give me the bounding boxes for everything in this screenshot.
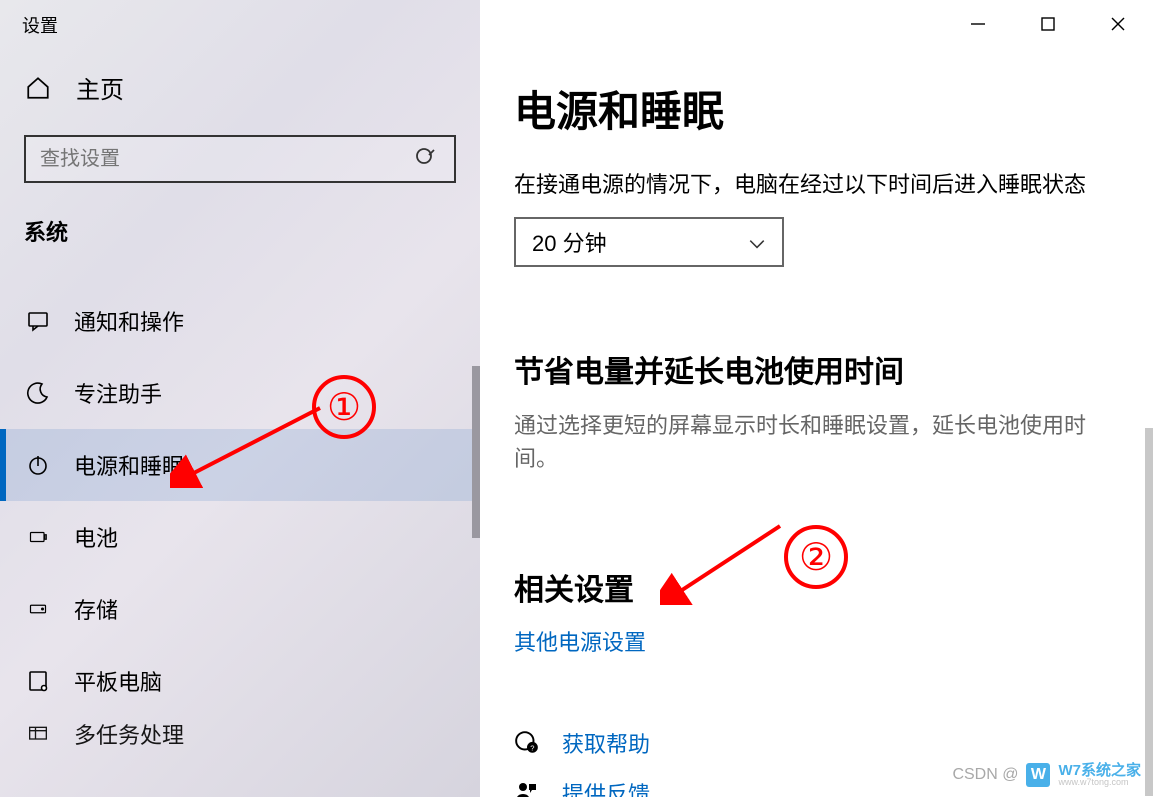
nav-item-label: 平板电脑 xyxy=(74,665,162,697)
help-label: 获取帮助 xyxy=(562,727,650,759)
nav-home-label: 主页 xyxy=(76,70,124,105)
nav-item-label: 电源和睡眠 xyxy=(74,449,184,481)
main-content: 电源和睡眠 在接通电源的情况下，电脑在经过以下时间后进入睡眠状态 20 分钟 节… xyxy=(480,0,1153,797)
window-controls xyxy=(943,0,1153,48)
nav-item-label: 多任务处理 xyxy=(74,718,184,750)
nav-item-label: 专注助手 xyxy=(74,377,162,409)
chat-icon xyxy=(24,307,52,335)
nav-item-notifications[interactable]: 通知和操作 xyxy=(0,285,480,357)
minimize-button[interactable] xyxy=(943,0,1013,48)
maximize-button[interactable] xyxy=(1013,0,1083,48)
watermark-csdn: CSDN @ xyxy=(952,766,1018,784)
chevron-down-icon xyxy=(748,233,766,251)
close-button[interactable] xyxy=(1083,0,1153,48)
watermark-brand: W7系统之家 www.w7tong.com xyxy=(1058,763,1141,787)
page-title: 电源和睡眠 xyxy=(514,78,1119,139)
sleep-setting-label: 在接通电源的情况下，电脑在经过以下时间后进入睡眠状态 xyxy=(514,167,1119,199)
watermark: CSDN @ W W7系统之家 www.w7tong.com xyxy=(952,763,1141,787)
nav-item-storage[interactable]: 存储 xyxy=(0,573,480,645)
nav-item-label: 存储 xyxy=(74,593,118,625)
additional-power-settings-link[interactable]: 其他电源设置 xyxy=(514,630,646,655)
help-icon: ? xyxy=(514,730,540,756)
sidebar-scrollbar[interactable] xyxy=(472,366,480,538)
nav-list: 通知和操作 专注助手 电源和睡眠 电池 存储 xyxy=(0,261,480,751)
search-icon xyxy=(414,146,440,172)
nav-item-tablet[interactable]: 平板电脑 xyxy=(0,645,480,717)
nav-home[interactable]: 主页 xyxy=(0,50,480,125)
nav-item-label: 电池 xyxy=(74,521,118,553)
conserve-title: 节省电量并延长电池使用时间 xyxy=(514,347,1119,391)
sleep-timeout-dropdown[interactable]: 20 分钟 xyxy=(514,217,784,267)
category-label: 系统 xyxy=(0,201,480,261)
power-icon xyxy=(24,451,52,479)
nav-item-label: 通知和操作 xyxy=(74,305,184,337)
conserve-description: 通过选择更短的屏幕显示时长和睡眠设置，延长电池使用时间。 xyxy=(514,409,1114,475)
unknown-icon xyxy=(24,261,52,285)
related-settings-title: 相关设置 xyxy=(514,565,1119,609)
watermark-logo-icon: W xyxy=(1026,763,1050,787)
svg-text:?: ? xyxy=(530,744,534,753)
feedback-label: 提供反馈 xyxy=(562,777,650,797)
drive-icon xyxy=(24,595,52,623)
dropdown-value: 20 分钟 xyxy=(532,226,607,258)
main-scrollbar[interactable] xyxy=(1145,428,1153,796)
feedback-icon xyxy=(514,780,540,797)
nav-item-multitask[interactable]: 多任务处理 xyxy=(0,717,480,751)
window-title: 设置 xyxy=(0,0,480,50)
sidebar: 设置 主页 系统 通知和操作 专注助手 xyxy=(0,0,480,797)
battery-icon xyxy=(24,523,52,551)
search-container xyxy=(24,135,456,183)
get-help-link[interactable]: ? 获取帮助 xyxy=(514,727,1119,759)
nav-item-focus[interactable]: 专注助手 xyxy=(0,357,480,429)
nav-item-power[interactable]: 电源和睡眠 xyxy=(0,429,480,501)
home-icon xyxy=(24,74,52,102)
tablet-icon xyxy=(24,667,52,695)
search-input[interactable] xyxy=(40,148,414,171)
moon-icon xyxy=(24,379,52,407)
nav-item-partial[interactable] xyxy=(0,261,480,285)
search-input-box[interactable] xyxy=(24,135,456,183)
nav-item-battery[interactable]: 电池 xyxy=(0,501,480,573)
multitask-icon xyxy=(24,720,52,748)
